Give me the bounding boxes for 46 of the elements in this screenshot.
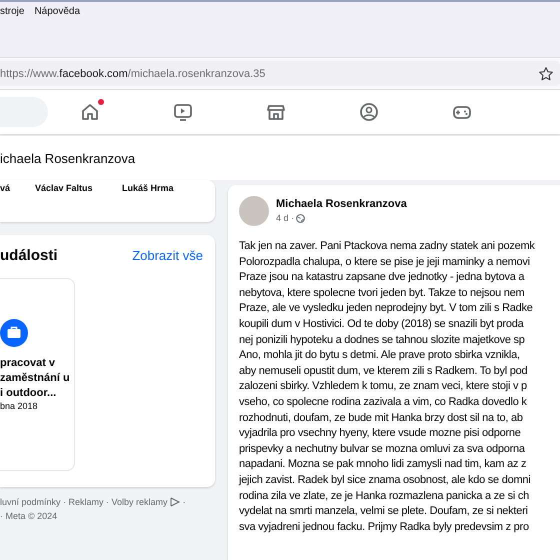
menu-item[interactable]: stroje — [0, 6, 24, 16]
post-text-line: Praze jsou na katastru zapsane dve jednotky - jedna bytova a — [239, 270, 524, 286]
people-icon[interactable] — [359, 102, 379, 122]
post-text-line: vseho, co spolecne rodina zazivala a vim, co Radka dovedlo k — [239, 394, 527, 410]
friend-name[interactable]: Lukáš Hrma — [122, 183, 174, 193]
shop-icon[interactable] — [266, 102, 286, 122]
friend-name[interactable]: vá — [0, 183, 35, 193]
profile-name: ichaela Rosenkranzova — [0, 150, 136, 166]
event-title-line: zaměstnání u — [0, 371, 71, 386]
post-text-line: nej ponizili hypoteku a dodnes se tahnou slozite majetkove sp — [239, 332, 525, 348]
friend-name[interactable]: Václav Faltus — [35, 183, 122, 193]
footer-copyright: · Meta © 2024 — [0, 510, 58, 523]
post-text-line: nebytova, ktere spolecne tvori jeden byt. Takze to nejsou nem — [239, 286, 524, 301]
post-text-line: koupili dum v Hostivici. Od te doby (2018) se snazili byt proda — [239, 316, 524, 332]
footer-links[interactable]: luvní podmínky · Reklamy · Volby reklamy — [0, 495, 168, 509]
post-time[interactable]: 4 d · — [276, 213, 294, 223]
post-text-line: vyjadrila pro vsechny hyeny, ktere vsude mozne pisi odporne — [239, 426, 521, 442]
post-text-line: napadani. Mozna se pak mnoho lidi zamysli nad tim, kam az z — [239, 457, 526, 472]
address-bar[interactable]: https://www.facebook.com/michaela.rosenkranzova.35 — [0, 61, 560, 86]
post-text-line: Polorozpadla chalupa, o ktere se pise je jeji maminky a nemovi — [239, 254, 530, 270]
globe-icon — [296, 214, 306, 222]
event-title-line: i outdoor... — [0, 386, 58, 401]
event-card[interactable]: pracovat v zaměstnání u i outdoor... bna 2018 — [0, 278, 75, 471]
post-text-line: sva vyjadreni jednou facku. Prijmy Radka byly predevsim z pro — [239, 520, 529, 535]
event-date: bna 2018 — [0, 401, 39, 411]
see-all-link[interactable]: Zobrazit vše — [132, 248, 203, 263]
home-icon[interactable] — [80, 102, 100, 122]
author-name[interactable]: Michaela Rosenkranzova — [276, 198, 407, 210]
bookmark-star-icon[interactable] — [538, 66, 554, 82]
post-text-line: prispevky a nechutny bulvar se mozna omluvi za sva odporna — [239, 442, 525, 457]
post-text-line: rodina zila ve zlate, ze je Hanka rozmazlena panicka a ze si ch — [239, 488, 529, 504]
post-text-line: rozhodnuti, doufam, ze bude mit Hanka brzy dost sil na to, ab — [239, 410, 523, 426]
ad-choices-icon — [170, 497, 181, 507]
post-text-line: Tak jen na zaver. Pani Ptackova nema zadny statek ani pozemk — [239, 239, 535, 254]
event-title-line: pracovat v — [0, 356, 56, 371]
section-title: události — [0, 247, 58, 264]
post-text-line: zalozeni sbirky. Vzhledem k tomu, ze znam veci, ktere stoji v p — [239, 379, 527, 394]
video-icon[interactable] — [173, 102, 193, 122]
post-text-line: vydelat na smrti manzela, velmi se plete. Doufam, ze si nekteri — [239, 504, 528, 520]
post-text-line: Praze, ale ve vysledku jeden neprodejny byt. V tom zili s Radke — [239, 301, 533, 316]
url-text: https://www.facebook.com/michaela.rosenkranzova.35 — [0, 68, 266, 80]
post-text-line: aby nemuseli opustit dum, ve kterem zili s Radkem. To byl pod — [239, 364, 528, 379]
post-text-line: Ano, mohla jit do bytu s detmi. Ale prave proto sbirka vznikla, — [239, 348, 520, 364]
footer-separator: · — [182, 496, 186, 509]
menu-item[interactable]: Nápověda — [34, 6, 80, 16]
post-text-line: jejich zavist. Radek byl sice znama osobnost, ale kdo se domni — [239, 472, 530, 488]
